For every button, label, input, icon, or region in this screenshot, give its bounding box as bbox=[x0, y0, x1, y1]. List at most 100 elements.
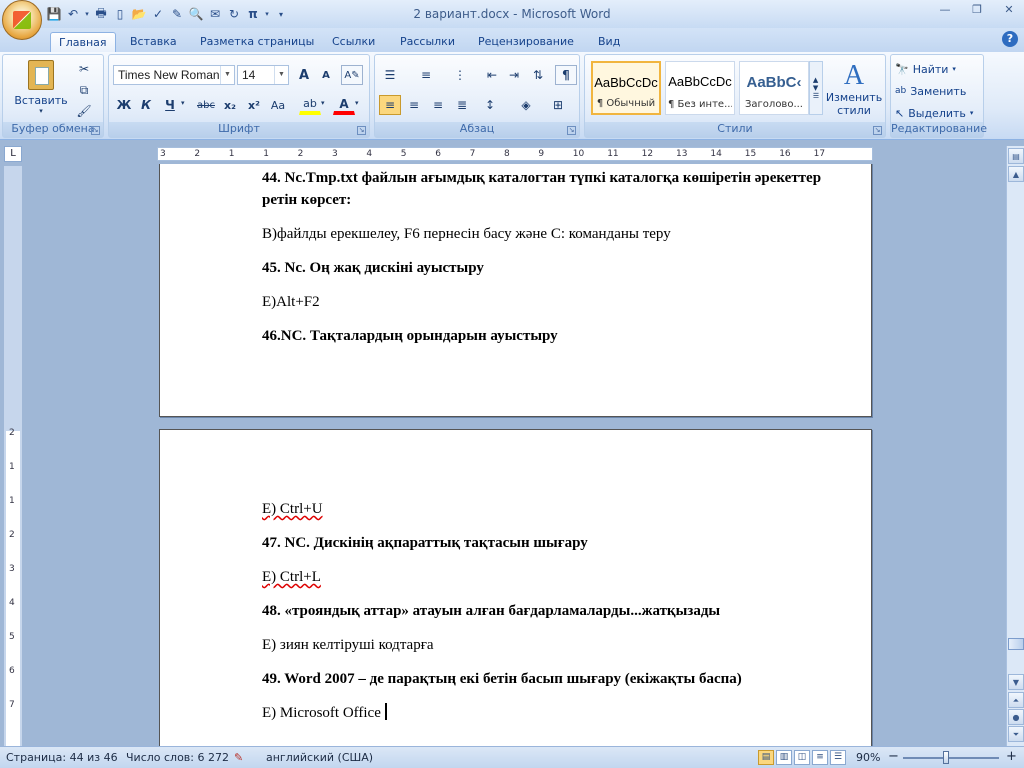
horizontal-ruler[interactable]: 3 2 1 1 2 3 4 5 6 7 8 9 10 11 12 13 14 15 16 17 bbox=[157, 147, 873, 161]
answer-44[interactable]: B)файлды ерекшелеу, F6 пернесін басу жән… bbox=[262, 223, 822, 245]
question-46[interactable]: 46.NC. Тақталардың орындарын ауыстыру bbox=[262, 325, 822, 347]
view-ruler-icon[interactable]: ▤ bbox=[1008, 148, 1024, 164]
answer-45[interactable]: E)Alt+F2 bbox=[262, 291, 822, 313]
change-case-button[interactable]: Aa bbox=[267, 95, 289, 115]
tab-review[interactable]: Рецензирование bbox=[470, 32, 582, 52]
tab-mailings[interactable]: Рассылки bbox=[392, 32, 463, 52]
zoom-out-button[interactable]: − bbox=[888, 749, 899, 764]
copy-icon[interactable]: ⧉ bbox=[73, 80, 95, 100]
italic-button[interactable]: К bbox=[135, 95, 157, 115]
word-count[interactable]: Число слов: 6 272 bbox=[126, 751, 229, 764]
underline-button[interactable]: Ч bbox=[159, 95, 181, 115]
tab-references[interactable]: Ссылки bbox=[324, 32, 383, 52]
style-heading[interactable]: AaBbC‹ Заголово... bbox=[739, 61, 809, 115]
tab-home[interactable]: Главная bbox=[50, 32, 116, 52]
chevron-down-icon[interactable]: ▾ bbox=[181, 99, 185, 107]
language[interactable]: английский (США) bbox=[266, 751, 373, 764]
style-normal[interactable]: AaBbCcDc ¶ Обычный bbox=[591, 61, 661, 115]
chevron-down-icon[interactable]: ▾ bbox=[355, 99, 359, 107]
tab-view[interactable]: Вид bbox=[590, 32, 628, 52]
format-painter-icon[interactable]: 🖌 bbox=[73, 101, 95, 121]
font-size-combo[interactable]: 14 ▼ bbox=[237, 65, 289, 85]
answer-49[interactable]: E) Microsoft Office bbox=[262, 702, 822, 724]
style-no-spacing[interactable]: AaBbCcDc ¶ Без инте... bbox=[665, 61, 735, 115]
line-spacing-icon[interactable]: ↕ bbox=[479, 95, 501, 115]
full-screen-reading-icon[interactable]: ▥ bbox=[776, 750, 792, 765]
shading-icon[interactable]: ◈ bbox=[515, 95, 537, 115]
ruler-tick-label: 1 bbox=[9, 462, 15, 472]
ruler-tick-label: 8 bbox=[504, 149, 510, 159]
scroll-up-icon[interactable]: ▲ bbox=[1008, 166, 1024, 182]
cut-icon[interactable]: ✂ bbox=[73, 59, 95, 79]
vertical-ruler[interactable]: 2 1 1 2 3 4 5 6 7 bbox=[4, 166, 22, 746]
browse-object-icon[interactable]: ● bbox=[1008, 709, 1024, 725]
proofing-icon[interactable]: ✎ bbox=[234, 751, 243, 764]
draft-icon[interactable]: ☰ bbox=[830, 750, 846, 765]
zoom-slider-thumb[interactable] bbox=[943, 751, 949, 764]
answer-46[interactable]: E) Ctrl+U bbox=[262, 498, 822, 520]
chevron-down-icon[interactable]: ▼ bbox=[274, 66, 288, 84]
minimize-button[interactable]: — bbox=[932, 2, 958, 18]
font-color-icon[interactable]: A bbox=[333, 95, 355, 115]
web-layout-icon[interactable]: ◫ bbox=[794, 750, 810, 765]
question-49[interactable]: 49. Word 2007 – де парақтың екі бетін ба… bbox=[262, 668, 822, 690]
justify-icon[interactable]: ≣ bbox=[451, 95, 473, 115]
restore-button[interactable]: ❐ bbox=[964, 2, 990, 18]
font-name-combo[interactable]: Times New Roman ▼ bbox=[113, 65, 235, 85]
answer-48[interactable]: E) зиян келтіруші кодтарға bbox=[262, 634, 822, 656]
superscript-button[interactable]: x² bbox=[243, 95, 265, 115]
align-left-icon[interactable]: ≡ bbox=[379, 95, 401, 115]
strikethrough-button[interactable]: abc bbox=[195, 95, 217, 115]
question-47[interactable]: 47. NC. Дискінің ақпараттық тақтасын шығ… bbox=[262, 532, 822, 554]
dialog-launcher-icon[interactable]: ↘ bbox=[873, 126, 882, 135]
styles-scroll[interactable]: ▲ ▼ ☰ bbox=[809, 61, 823, 115]
align-center-icon[interactable]: ≡ bbox=[403, 95, 425, 115]
change-styles-button[interactable]: A Изменить стили bbox=[825, 59, 883, 119]
find-button[interactable]: 🔭 Найти ▾ bbox=[895, 59, 956, 79]
tab-selector-button[interactable]: L bbox=[4, 146, 22, 162]
question-45[interactable]: 45. Nc. Оң жақ дискіні ауыстыру bbox=[262, 257, 822, 279]
question-48[interactable]: 48. «трояндық аттар» атауын алған бағдар… bbox=[262, 600, 822, 622]
sort-icon[interactable]: ⇅ bbox=[527, 65, 549, 85]
replace-button[interactable]: ab Заменить bbox=[895, 81, 966, 101]
decrease-indent-icon[interactable]: ⇤ bbox=[481, 65, 503, 85]
shrink-font-button[interactable]: A bbox=[315, 65, 337, 85]
scroll-down-icon[interactable]: ▼ bbox=[1008, 674, 1024, 690]
tab-page-layout[interactable]: Разметка страницы bbox=[192, 32, 322, 52]
paste-button[interactable]: Вставить ▾ bbox=[11, 59, 71, 115]
scroll-thumb[interactable] bbox=[1008, 638, 1024, 650]
question-44[interactable]: 44. Nc.Tmp.txt файлын ағымдық каталогтан… bbox=[262, 167, 822, 211]
tab-insert[interactable]: Вставка bbox=[122, 32, 185, 52]
clear-format-icon[interactable]: A✎ bbox=[341, 65, 363, 85]
chevron-down-icon[interactable]: ▾ bbox=[321, 99, 325, 107]
bullets-icon[interactable]: ☰ bbox=[379, 65, 401, 85]
print-layout-icon[interactable]: ▤ bbox=[758, 750, 774, 765]
answer-47[interactable]: E) Ctrl+L bbox=[262, 566, 822, 588]
dialog-launcher-icon[interactable]: ↘ bbox=[357, 126, 366, 135]
increase-indent-icon[interactable]: ⇥ bbox=[503, 65, 525, 85]
dialog-launcher-icon[interactable]: ↘ bbox=[567, 126, 576, 135]
help-icon[interactable]: ? bbox=[1002, 31, 1018, 47]
close-button[interactable]: ✕ bbox=[996, 2, 1022, 18]
page-count[interactable]: Страница: 44 из 46 bbox=[6, 751, 118, 764]
select-button[interactable]: ↖ Выделить ▾ bbox=[895, 103, 973, 123]
zoom-in-button[interactable]: + bbox=[1006, 749, 1017, 764]
next-page-icon[interactable]: ⏷ bbox=[1008, 726, 1024, 742]
previous-page-icon[interactable]: ⏶ bbox=[1008, 692, 1024, 708]
borders-icon[interactable]: ⊞ bbox=[547, 95, 569, 115]
chevron-down-icon[interactable]: ▼ bbox=[220, 66, 234, 84]
vertical-scrollbar[interactable]: ▤ ▲ ▼ ⏶ ● ⏷ bbox=[1006, 146, 1024, 746]
numbering-icon[interactable]: ≡ bbox=[415, 65, 437, 85]
grow-font-button[interactable]: A bbox=[293, 65, 315, 85]
show-marks-icon[interactable]: ¶ bbox=[555, 65, 577, 85]
dialog-launcher-icon[interactable]: ↘ bbox=[91, 126, 100, 135]
highlight-icon[interactable]: ab bbox=[299, 95, 321, 115]
align-right-icon[interactable]: ≡ bbox=[427, 95, 449, 115]
multilevel-list-icon[interactable]: ⋮ bbox=[449, 65, 471, 85]
zoom-level[interactable]: 90% bbox=[856, 751, 880, 764]
office-button[interactable] bbox=[2, 0, 42, 40]
bold-button[interactable]: Ж bbox=[113, 95, 135, 115]
subscript-button[interactable]: x₂ bbox=[219, 95, 241, 115]
outline-icon[interactable]: ≡ bbox=[812, 750, 828, 765]
zoom-slider[interactable] bbox=[903, 757, 999, 759]
